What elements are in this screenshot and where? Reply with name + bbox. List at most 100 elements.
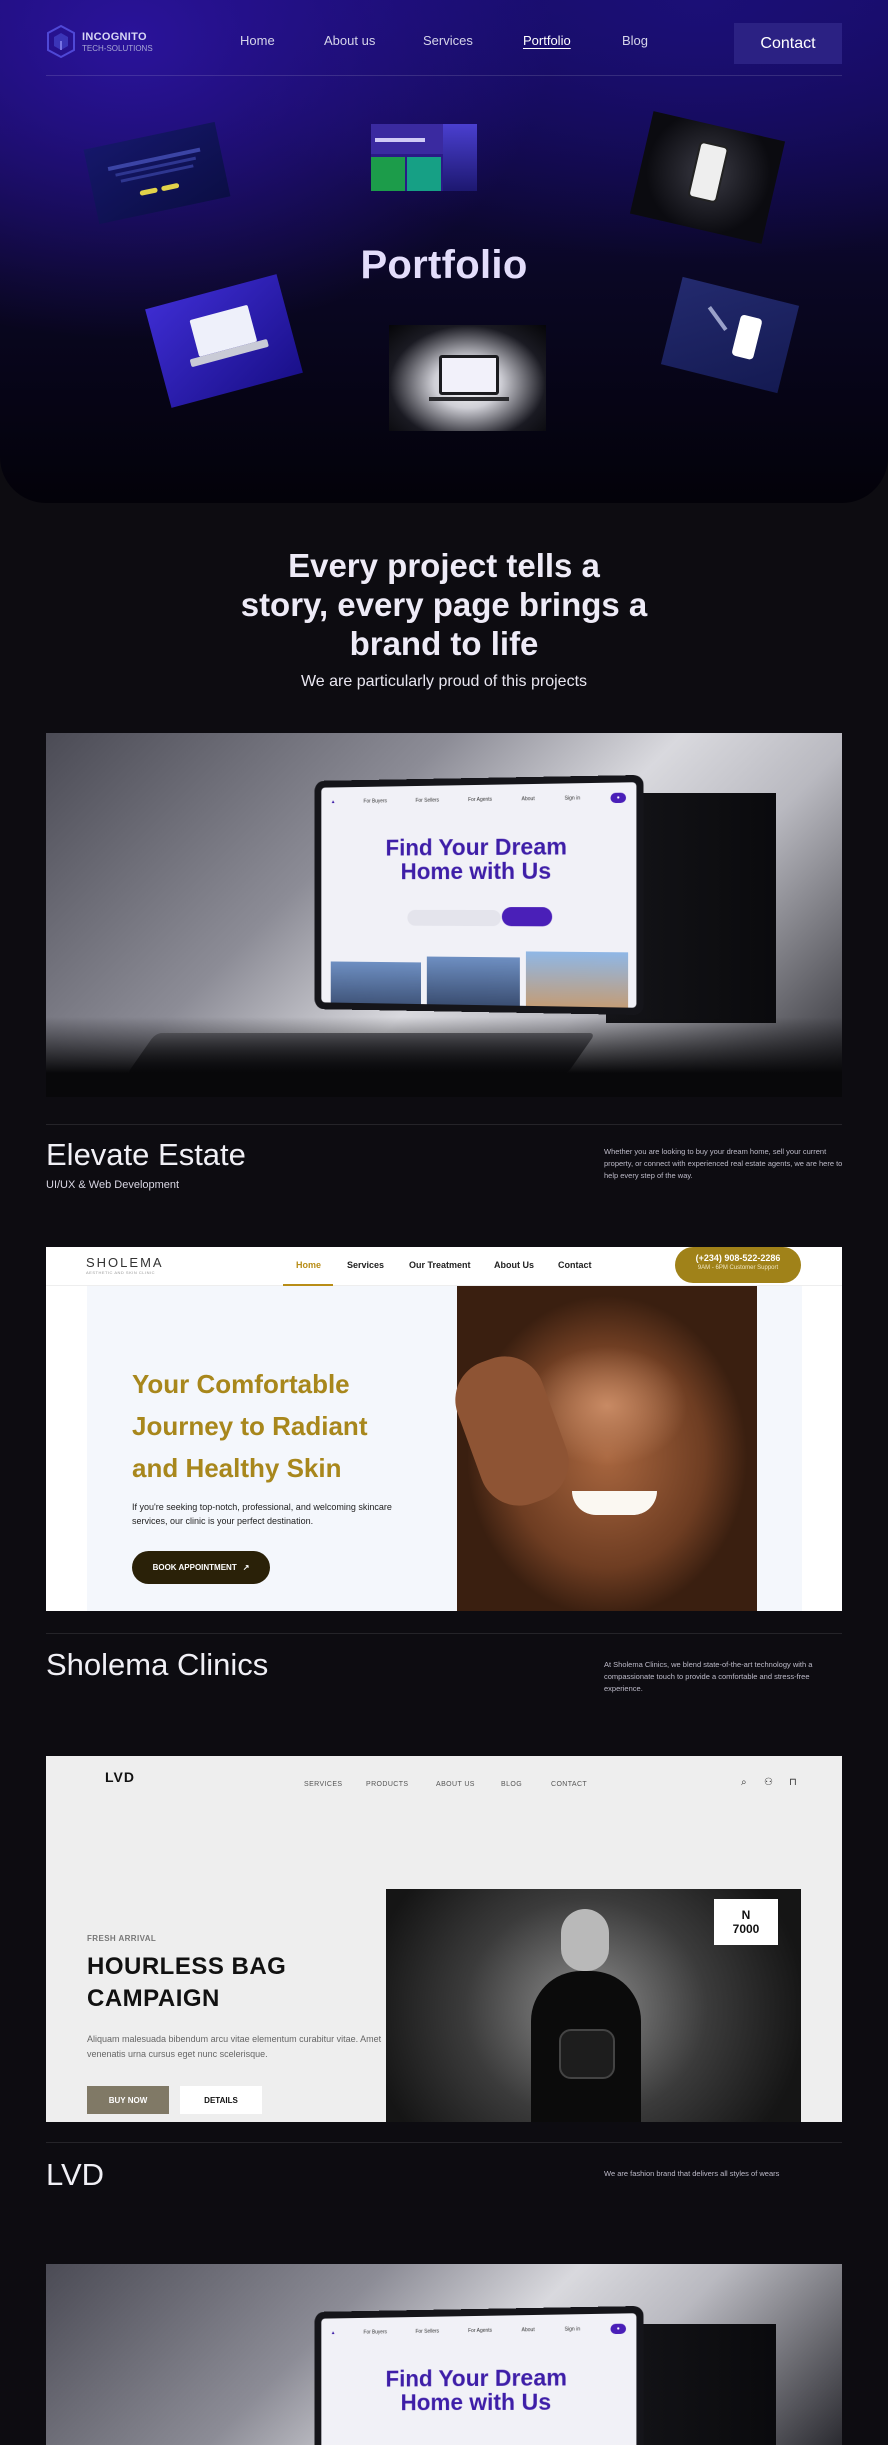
bag-icon: ⊓ [789,1777,797,1788]
hero-section: INCOGNITO TECH-SOLUTIONS Home About us S… [0,0,888,503]
brand-logo[interactable]: INCOGNITO TECH-SOLUTIONS [46,24,153,60]
divider [46,2142,842,2143]
mockup-cta [502,907,552,926]
site-mockup: ▲ For Buyers For Sellers For Agents Abou… [321,2313,636,2445]
mockup-button: ● [610,793,626,803]
page-title: Portfolio [0,243,888,288]
floor-shadow [46,1017,842,1097]
mockup-phone: (+234) 908-522-2286 [675,1253,801,1263]
mockup-hero-photo: N 7000 [386,1889,801,2122]
mockup-buy-button: BUY NOW [87,2086,169,2114]
project-thumb-6 [661,277,799,393]
mockup-nav-item: About Us [494,1260,534,1270]
mockup-headline: Your Comfortable Journey to Radiant and … [132,1363,452,1489]
nav-divider [46,75,842,76]
site-mockup: ▲ For Buyers For Sellers For Agents Abou… [321,782,636,1008]
intro-subheading: We are particularly proud of this projec… [0,673,888,691]
mockup-nav-item: For Sellers [415,798,439,804]
project-preview-lvd[interactable]: LVD SERVICES PRODUCTS ABOUT US BLOG CONT… [46,1756,842,2122]
brand-tagline: TECH-SOLUTIONS [82,45,153,53]
mockup-nav: ▲ For Buyers For Sellers For Agents Abou… [331,793,626,807]
mockup-nav-item: For Agents [468,797,492,803]
arrow-up-right-icon: ↗ [243,1563,250,1572]
laptop-screen: ▲ For Buyers For Sellers For Agents Abou… [315,775,644,1015]
mockup-phone-pill: (+234) 908-522-2286 9AM - 6PM Customer S… [675,1247,801,1283]
project-title[interactable]: Elevate Estate [46,1137,246,1173]
mockup-nav-item: PRODUCTS [366,1781,408,1788]
nav-portfolio[interactable]: Portfolio [523,33,571,48]
mockup-nav-item: About [522,796,535,802]
laptop-screen: ▲ For Buyers For Sellers For Agents Abou… [315,2306,644,2445]
mockup-nav-item: SERVICES [304,1781,342,1788]
intro-heading: Every project tells a story, every page … [0,546,888,663]
mockup-logo-sub: AESTHETIC AND SKIN CLINIC [86,1270,164,1275]
project-preview-sholema[interactable]: SHOLEMA AESTHETIC AND SKIN CLINIC Home S… [46,1247,842,1611]
mockup-logo-text: SHOLEMA [86,1255,164,1270]
mockup-side-panel [757,1286,802,1611]
mockup-nav-item: For Sellers [415,2329,439,2335]
photo-model [531,1909,641,2122]
photo-head [561,1909,609,1971]
mockup-nav-item: Home [296,1260,321,1270]
mockup-headline: HOURLESS BAG CAMPAIGN [87,1951,387,2015]
mockup-nav-item: For Buyers [364,798,387,804]
mockup-hero-photo [457,1286,757,1611]
nav-about-us[interactable]: About us [324,33,375,48]
project-description: At Sholema Clinics, we blend state-of-th… [604,1659,844,1695]
brand-name: INCOGNITO [82,32,153,43]
mockup-sign-in: Sign in [565,2326,581,2332]
mockup-image [331,961,421,1007]
project-thumb-5 [389,325,546,431]
photo-bag [559,2029,615,2079]
mockup-details-button: DETAILS [180,2086,262,2114]
project-thumb-3 [630,111,785,244]
mockup-search [407,910,500,926]
mockup-headline: Find Your Dream Home with Us [321,2364,636,2414]
mockup-text: If you're seeking top-notch, professiona… [132,1500,412,1528]
mockup-nav-item: ABOUT US [436,1781,475,1788]
logo-cube-icon [46,24,76,60]
divider [46,1633,842,1634]
mockup-cta-label: BOOK APPOINTMENT [153,1563,237,1572]
mockup-nav-item: For Agents [468,2328,492,2334]
nav-services[interactable]: Services [423,33,473,48]
project-preview-elevate-estate-repeat[interactable]: ▲ For Buyers For Sellers For Agents Abou… [46,2264,842,2445]
search-icon: ⌕ [741,1777,747,1788]
mockup-price-tag: N 7000 [714,1899,778,1945]
mockup-logo: LVD [105,1769,135,1785]
project-title[interactable]: LVD [46,2157,104,2193]
nav-blog[interactable]: Blog [622,33,648,48]
mockup-nav-item: About [522,2327,535,2333]
nav-home[interactable]: Home [240,33,275,48]
mockup-logo-icon: ▲ [331,2330,336,2336]
project-category: UI/UX & Web Development [46,1179,179,1191]
mockup-nav-item: For Buyers [364,2329,387,2335]
mockup-nav-item: BLOG [501,1781,522,1788]
project-title[interactable]: Sholema Clinics [46,1647,268,1683]
photo-smile [572,1491,657,1515]
mockup-logo: SHOLEMA AESTHETIC AND SKIN CLINIC [86,1255,164,1275]
project-thumb-1 [84,122,231,224]
contact-button[interactable]: Contact [734,23,842,64]
mockup-nav-item: CONTACT [551,1781,587,1788]
mockup-eyebrow: FRESH ARRIVAL [87,1934,156,1943]
mockup-logo-icon: ▲ [331,799,336,805]
mockup-text: Aliquam malesuada bibendum arcu vitae el… [87,2032,387,2062]
user-icon: ⚇ [764,1777,773,1788]
project-description: Whether you are looking to buy your drea… [604,1146,844,1182]
mockup-nav-item: Services [347,1260,384,1270]
project-description: We are fashion brand that delivers all s… [604,2168,844,2180]
portfolio-page: INCOGNITO TECH-SOLUTIONS Home About us S… [0,0,888,2445]
mockup-nav: SHOLEMA AESTHETIC AND SKIN CLINIC Home S… [46,1247,842,1286]
mockup-button: ● [610,2324,626,2334]
mockup-nav: ▲ For Buyers For Sellers For Agents Abou… [331,2324,626,2338]
mockup-headline: Find Your Dream Home with Us [321,833,636,883]
mockup-image [427,957,520,1008]
mockup-hours: 9AM - 6PM Customer Support [675,1265,801,1271]
photo-hand [444,1345,580,1517]
mockup-sign-in: Sign in [565,795,581,801]
mockup-nav-item: Contact [558,1260,592,1270]
project-thumb-2 [371,124,477,191]
project-thumb-4 [145,274,303,408]
project-preview-elevate-estate[interactable]: ▲ For Buyers For Sellers For Agents Abou… [46,733,842,1097]
